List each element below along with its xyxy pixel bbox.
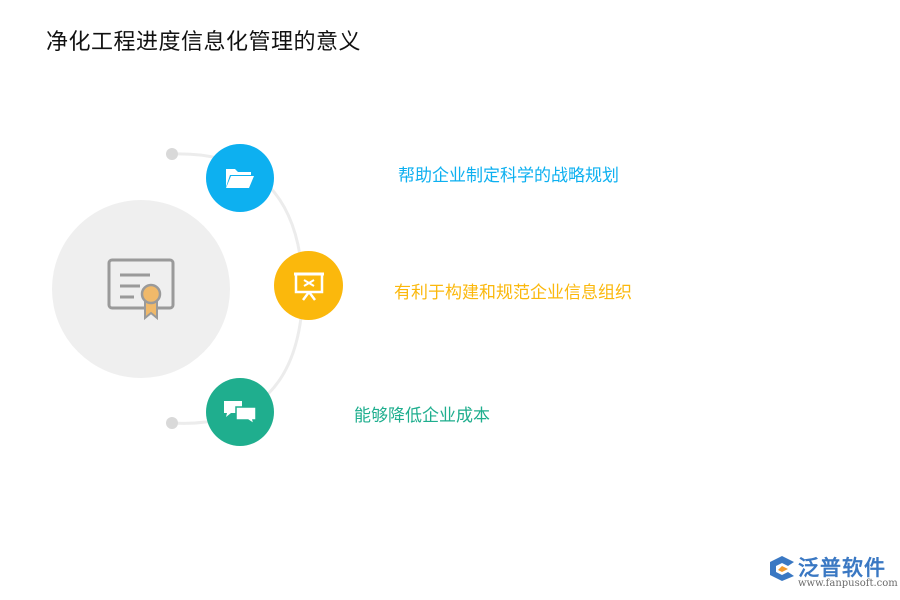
center-circle xyxy=(52,200,230,378)
node-strategy-planning xyxy=(206,144,274,212)
label-reduce-cost: 能够降低企业成本 xyxy=(354,406,490,426)
brand-url: www.fanpusoft.com xyxy=(798,578,898,589)
arc-end-dot xyxy=(166,417,178,429)
brand-logo: 泛普软件 www.fanpusoft.com xyxy=(768,550,898,594)
folder-icon xyxy=(226,169,254,188)
arc-start-dot xyxy=(166,148,178,160)
label-strategy-planning: 帮助企业制定科学的战略规划 xyxy=(398,166,619,186)
certificate-seal xyxy=(140,283,162,321)
presentation-board-icon xyxy=(293,272,324,301)
chat-bubbles-icon xyxy=(224,401,257,425)
brand-logo-icon xyxy=(770,556,794,581)
label-information-organization: 有利于构建和规范企业信息组织 xyxy=(394,283,632,303)
node-information-organization xyxy=(274,251,343,320)
node-reduce-cost xyxy=(206,378,274,446)
